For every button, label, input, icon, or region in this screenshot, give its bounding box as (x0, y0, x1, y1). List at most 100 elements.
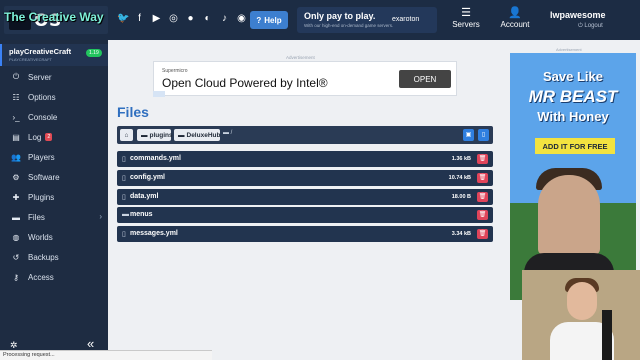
servers-label: Servers (452, 20, 480, 29)
promo-title: Only pay to play. (304, 11, 376, 21)
upload-folder-button[interactable]: ▣ (463, 129, 474, 141)
account-icon: 👤 (508, 7, 522, 19)
breadcrumb-item-deluxehub[interactable]: ▬ DeluxeHub (174, 129, 220, 141)
ad-label: Advertisement (286, 55, 315, 60)
power-icon: ⏻ (12, 72, 20, 81)
page-title: Files (117, 104, 149, 120)
sidebar-item-label: Server (28, 72, 52, 82)
delete-button[interactable]: 🗑 (477, 173, 488, 183)
folder-icon: ▬ (141, 131, 148, 139)
server-card[interactable]: playCreativeCraft PLAYCREATIVECRAFT 1.19 (0, 44, 108, 66)
promo-banner[interactable]: Only pay to play. With our high-end on-d… (297, 7, 437, 33)
delete-button[interactable]: 🗑 (477, 192, 488, 202)
sidebar-item-software[interactable]: ⚙ Software (0, 169, 108, 185)
username: lwpawesome (550, 10, 606, 20)
instagram-icon[interactable]: ◎ (168, 13, 179, 24)
twitter-icon[interactable]: 🐦 (117, 13, 129, 24)
ad-line-2: MR BEAST (528, 87, 618, 106)
webcam-overlay (522, 270, 640, 360)
globe-icon: ◍ (12, 232, 20, 242)
log-count-badge: 2 (45, 133, 53, 141)
sidebar: playCreativeCraft PLAYCREATIVECRAFT 1.19… (0, 40, 108, 360)
exaroton-logo: exaroton (392, 16, 420, 23)
file-size: 10.74 kB (448, 175, 471, 181)
logout-link[interactable]: ⏻ Logout (578, 23, 603, 30)
log-icon: ▤ (12, 132, 20, 142)
delete-button[interactable]: 🗑 (477, 210, 488, 220)
breadcrumb-separator: ▬ / (223, 130, 233, 136)
file-name[interactable]: data.yml (130, 193, 158, 200)
account-label: Account (500, 20, 530, 29)
file-row-menus[interactable]: ▬ menus 🗑 (117, 207, 493, 223)
sidebar-item-label: Software (28, 172, 60, 182)
file-name[interactable]: messages.yml (130, 230, 178, 237)
breadcrumb: ⌂ ▬ plugins ▬ DeluxeHub ▬ / ▣ ▯ (117, 126, 493, 144)
sidebar-item-console[interactable]: ›_ Console (0, 109, 108, 125)
servers-icon: ☰ (461, 7, 471, 19)
sidebar-item-plugins[interactable]: ✚ Plugins (0, 189, 108, 205)
microphone-image (602, 310, 612, 360)
sidebar-item-label: Players (28, 152, 55, 162)
sidebar-item-options[interactable]: ☷ Options (0, 89, 108, 105)
facebook-icon[interactable]: f (134, 13, 145, 24)
sidebar-item-label: Log (28, 132, 42, 142)
youtube-icon[interactable]: ▶ (151, 13, 162, 24)
collapse-sidebar-icon[interactable]: « (87, 336, 94, 351)
sidebar-item-label: Options (28, 92, 56, 102)
side-advertisement[interactable]: Save Like MR BEAST With Honey ADD IT FOR… (510, 53, 636, 300)
version-badge: 1.19 (86, 49, 102, 57)
promo-subtitle: With our high-end on-demand game servers… (304, 23, 394, 28)
sidebar-item-label: Plugins (28, 192, 55, 202)
file-row-config[interactable]: ▯ config.yml 10.74 kB 🗑 (117, 170, 493, 186)
file-size: 3.34 kB (451, 231, 471, 237)
file-size: 1.36 kB (451, 156, 471, 162)
file-name[interactable]: commands.yml (130, 155, 181, 162)
ad-brand: Supermicro (162, 68, 188, 74)
terminal-icon: ›_ (12, 112, 20, 122)
file-row-data[interactable]: ▯ data.yml 18.00 B 🗑 (117, 189, 493, 205)
breadcrumb-item-plugins[interactable]: ▬ plugins (137, 129, 173, 141)
github-icon[interactable]: ◉ (236, 13, 247, 24)
sidebar-item-access[interactable]: ⚷ Access (0, 269, 108, 285)
account-nav[interactable]: 👤 Account (495, 6, 535, 34)
sidebar-item-label: Console (28, 112, 58, 122)
file-icon: ▯ (122, 231, 126, 238)
file-icon: ▯ (122, 175, 126, 182)
delete-button[interactable]: 🗑 (477, 154, 488, 164)
sidebar-item-label: Worlds (28, 232, 53, 242)
folder-icon: ▬ (178, 131, 185, 139)
home-crumb[interactable]: ⌂ (120, 129, 133, 141)
ad-line-1: Save Like (543, 69, 603, 84)
sidebar-item-worlds[interactable]: ◍ Worlds (0, 229, 108, 245)
file-row-commands[interactable]: ▯ commands.yml 1.36 kB 🗑 (117, 151, 493, 167)
new-file-button[interactable]: ▯ (478, 129, 489, 141)
file-row-messages[interactable]: ▯ messages.yml 3.34 kB 🗑 (117, 226, 493, 242)
delete-button[interactable]: 🗑 (477, 229, 488, 239)
webcam-person-face (567, 282, 597, 320)
ad-cta-button[interactable]: ADD IT FOR FREE (535, 138, 615, 154)
file-icon: ▯ (122, 156, 126, 163)
video-watermark: The Creative Way (4, 10, 104, 24)
help-button[interactable]: ? Help (250, 11, 288, 29)
file-name[interactable]: config.yml (130, 174, 165, 181)
home-icon: ⌂ (124, 131, 129, 139)
sidebar-item-files[interactable]: ▬ Files › (0, 209, 108, 225)
breadcrumb-label: DeluxeHub (186, 131, 221, 139)
puzzle-icon: ✚ (12, 192, 20, 202)
servers-nav[interactable]: ☰ Servers (446, 6, 486, 34)
sidebar-item-server[interactable]: ⏻ Server (0, 69, 108, 85)
tiktok-icon[interactable]: ♪ (219, 13, 230, 24)
folder-name[interactable]: menus (130, 211, 153, 218)
sidebar-item-backups[interactable]: ↺ Backups (0, 249, 108, 265)
server-address: PLAYCREATIVECRAFT (9, 57, 52, 62)
sliders-icon: ☷ (12, 92, 20, 102)
ad-open-button[interactable]: OPEN (399, 70, 451, 88)
sidebar-item-log[interactable]: ▤ Log 2 (0, 129, 108, 145)
advertisement-banner[interactable]: Supermicro Open Cloud Powered by Intel® … (153, 61, 457, 96)
adchoices-icon[interactable] (153, 91, 165, 97)
sidebar-item-players[interactable]: 👥 Players (0, 149, 108, 165)
discord-icon[interactable]: ◐ (202, 13, 213, 24)
gear-icon: ⚙ (12, 172, 20, 182)
ad-headline: Open Cloud Powered by Intel® (162, 76, 328, 90)
reddit-icon[interactable]: ● (185, 13, 196, 24)
